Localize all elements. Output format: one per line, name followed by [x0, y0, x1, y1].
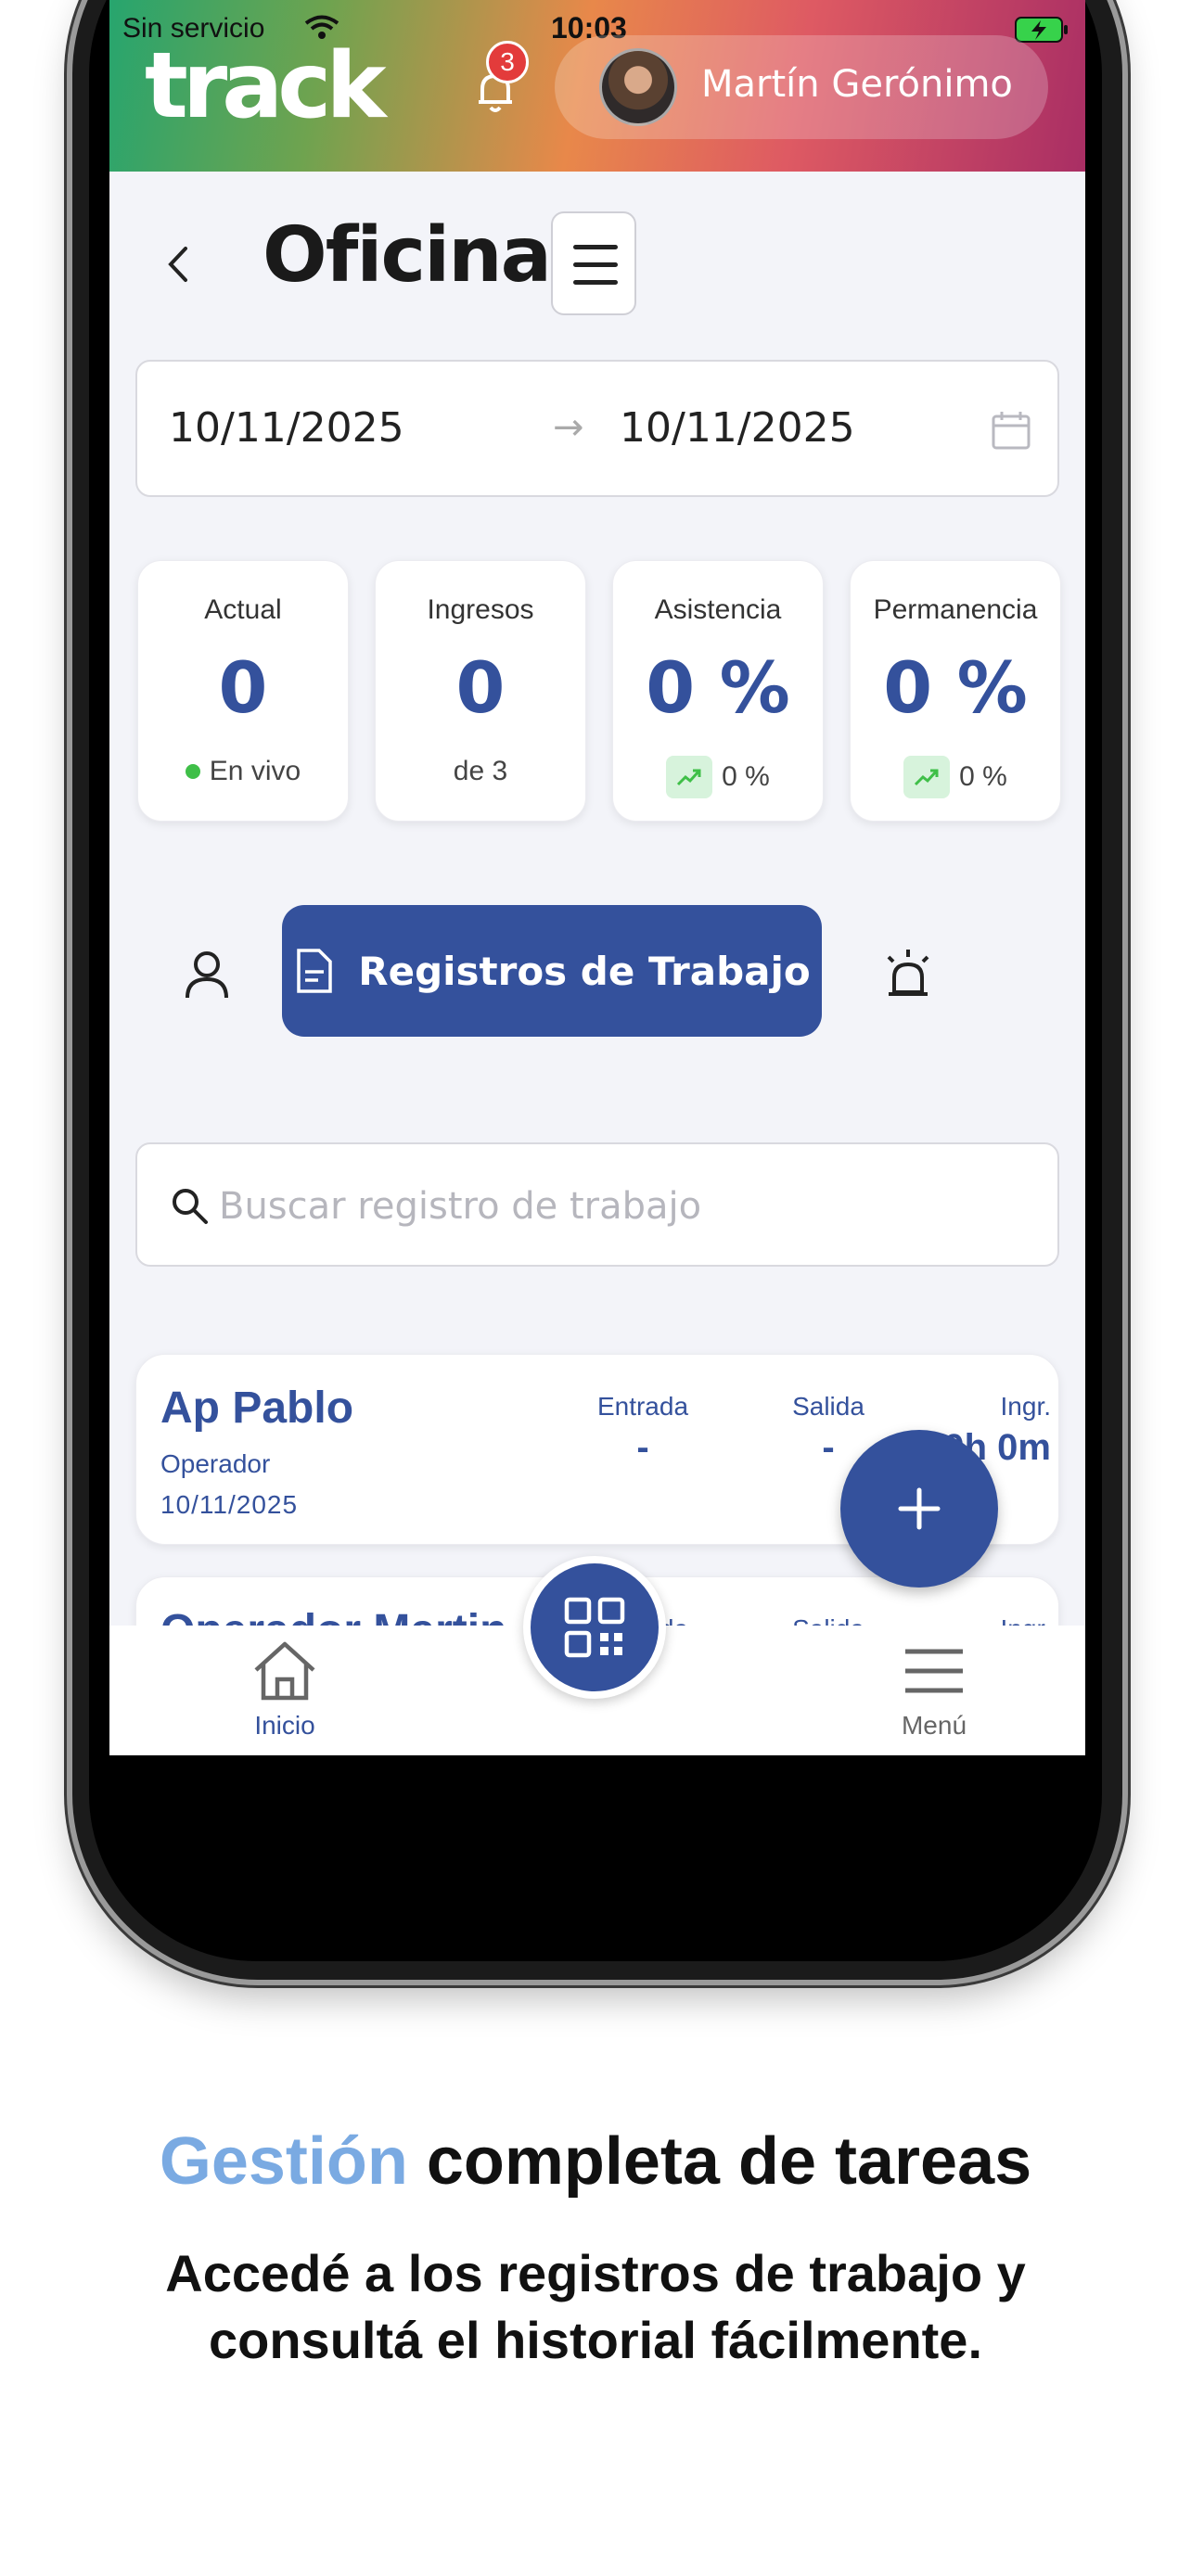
- marketing-headline: Gestión completa de tareas: [0, 2123, 1191, 2200]
- date-start: 10/11/2025: [169, 404, 404, 452]
- siren-icon: [887, 950, 929, 996]
- stat-label: Asistencia: [654, 594, 782, 625]
- stat-label: Permanencia: [873, 594, 1038, 625]
- app-header: Sin servicio 10:03 track 3 Martín Geróni…: [109, 0, 1085, 172]
- trend-up-icon: [666, 756, 713, 798]
- nav-menu-label: Menú: [901, 1711, 967, 1740]
- home-icon: [254, 1641, 315, 1701]
- trend-up-icon: [903, 756, 951, 798]
- notification-badge: 3: [486, 41, 529, 83]
- page-title: Oficina: [263, 211, 552, 300]
- stat-sub-label: de 3: [453, 756, 508, 786]
- search-icon: [169, 1185, 210, 1230]
- stat-card-asistencia: Asistencia 0 % 0 %: [612, 560, 824, 822]
- track-logo: track: [145, 33, 387, 139]
- stat-sub: de 3: [376, 756, 585, 787]
- document-icon: [297, 949, 332, 993]
- headline-rest: completa de tareas: [407, 2124, 1032, 2199]
- user-name: Martín Gerónimo: [701, 63, 1013, 106]
- date-end: 10/11/2025: [620, 404, 855, 452]
- avatar: [599, 48, 677, 126]
- user-icon: [186, 951, 228, 999]
- qr-scan-button[interactable]: [523, 1556, 666, 1699]
- stat-sub: 0 %: [613, 756, 823, 798]
- plus-icon: [898, 1487, 941, 1530]
- stat-label: Ingresos: [427, 594, 534, 625]
- stat-card-ingresos: Ingresos 0 de 3: [375, 560, 586, 822]
- tab-users[interactable]: [174, 944, 239, 1009]
- qr-code-icon: [564, 1597, 625, 1658]
- tab-alerts[interactable]: [876, 942, 941, 1007]
- add-record-button[interactable]: [840, 1430, 998, 1588]
- live-dot-icon: [185, 764, 200, 779]
- options-menu-button[interactable]: [551, 211, 636, 315]
- col-value: -: [636, 1427, 649, 1468]
- stat-card-permanencia: Permanencia 0 % 0 %: [850, 560, 1061, 822]
- tab-registros-de-trabajo[interactable]: Registros de Trabajo: [282, 905, 822, 1037]
- nav-menu[interactable]: Menú: [874, 1639, 994, 1741]
- stat-label: Actual: [204, 594, 282, 625]
- menu-icon-bar: [573, 262, 618, 267]
- search-box: [135, 1142, 1059, 1267]
- nav-home-label: Inicio: [254, 1711, 315, 1740]
- hamburger-icon: [905, 1649, 963, 1693]
- stat-value: 0: [455, 646, 506, 729]
- user-profile-button[interactable]: Martín Gerónimo: [555, 35, 1048, 139]
- record-entrada: Entrada -: [569, 1392, 717, 1469]
- tab-label: Registros de Trabajo: [358, 948, 811, 994]
- menu-icon-bar: [573, 245, 618, 249]
- record-role: Operador: [160, 1449, 271, 1478]
- stat-value: 0 %: [883, 646, 1028, 729]
- stat-sub: En vivo: [138, 756, 348, 787]
- stat-sub-label: 0 %: [959, 761, 1007, 792]
- live-label: En vivo: [209, 756, 301, 786]
- headline-accent: Gestión: [159, 2124, 408, 2199]
- record-date: 10/11/2025: [160, 1490, 299, 1519]
- calendar-icon: [991, 410, 1031, 454]
- search-input[interactable]: [217, 1174, 1015, 1239]
- col-header: Entrada: [596, 1392, 689, 1421]
- stat-sub: 0 %: [851, 756, 1060, 798]
- menu-icon-bar: [573, 280, 618, 285]
- nav-home[interactable]: Inicio: [224, 1639, 345, 1741]
- app-screen: Sin servicio 10:03 track 3 Martín Geróni…: [109, 0, 1085, 1755]
- stat-sub-label: 0 %: [722, 761, 770, 792]
- back-button[interactable]: [156, 241, 202, 287]
- col-header: Salida: [792, 1392, 864, 1421]
- record-name: Ap Pablo: [160, 1384, 354, 1433]
- date-range-picker[interactable]: 10/11/2025 → 10/11/2025: [135, 360, 1059, 497]
- stat-value: 0 %: [646, 646, 790, 729]
- marketing-subline: Accedé a los registros de trabajo y cons…: [165, 2244, 1026, 2369]
- stat-card-actual: Actual 0 En vivo: [137, 560, 349, 822]
- stat-value: 0: [218, 646, 268, 729]
- col-header: Ingr.: [1000, 1392, 1051, 1421]
- arrow-right-icon: →: [553, 406, 584, 449]
